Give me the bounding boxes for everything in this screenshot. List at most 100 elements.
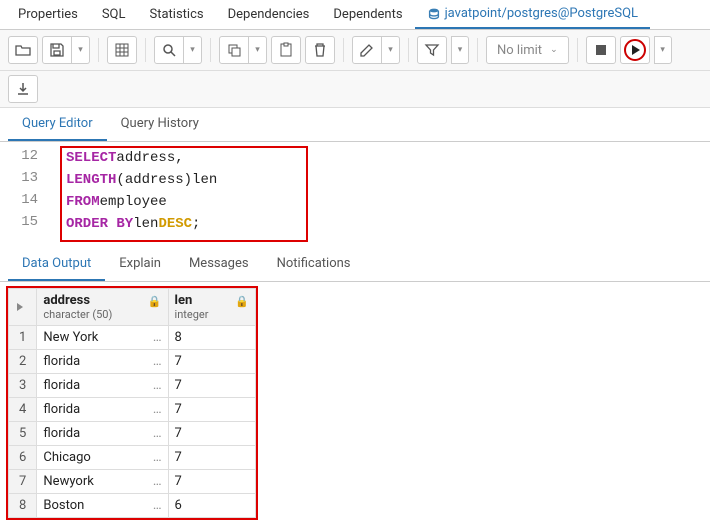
cell-len[interactable]: 7 bbox=[168, 350, 255, 374]
edit-dropdown[interactable]: ▾ bbox=[382, 36, 400, 64]
cell-len[interactable]: 7 bbox=[168, 422, 255, 446]
cell-len[interactable]: 6 bbox=[168, 494, 255, 518]
separator bbox=[408, 38, 409, 62]
table-row[interactable]: 2florida…7 bbox=[9, 350, 256, 374]
cell-len[interactable]: 8 bbox=[168, 326, 255, 350]
row-number[interactable]: 4 bbox=[9, 398, 37, 422]
folder-open-icon bbox=[15, 42, 31, 58]
cell-address[interactable]: Boston… bbox=[37, 494, 168, 518]
play-icon bbox=[15, 302, 30, 312]
row-number[interactable]: 3 bbox=[9, 374, 37, 398]
cell-len[interactable]: 7 bbox=[168, 446, 255, 470]
save-dropdown[interactable]: ▾ bbox=[72, 36, 90, 64]
open-file-button[interactable] bbox=[8, 36, 38, 64]
sql-text: address, bbox=[116, 150, 183, 166]
sql-keyword: DESC bbox=[158, 216, 192, 232]
cell-len[interactable]: 7 bbox=[168, 374, 255, 398]
lock-icon: 🔒 bbox=[148, 295, 162, 308]
sql-text: len bbox=[133, 216, 158, 232]
tab-query-history[interactable]: Query History bbox=[107, 108, 213, 141]
download-button[interactable] bbox=[8, 75, 38, 103]
table-row[interactable]: 6Chicago…7 bbox=[9, 446, 256, 470]
limit-select[interactable]: No limit⌄ bbox=[486, 36, 569, 64]
row-number[interactable]: 6 bbox=[9, 446, 37, 470]
tab-messages[interactable]: Messages bbox=[175, 248, 263, 281]
stop-button[interactable] bbox=[586, 36, 616, 64]
cell-address[interactable]: florida… bbox=[37, 374, 168, 398]
database-icon bbox=[427, 7, 441, 21]
paste-icon bbox=[278, 42, 294, 58]
tab-explain[interactable]: Explain bbox=[105, 248, 175, 281]
column-header-len[interactable]: len integer 🔒 bbox=[168, 289, 255, 326]
search-dropdown[interactable]: ▾ bbox=[184, 36, 202, 64]
code-highlight-box: SELECT address, LENGTH(address) len FROM… bbox=[60, 146, 308, 242]
tab-connection-label: javatpoint/postgres@PostgreSQL bbox=[445, 6, 638, 21]
cell-len[interactable]: 7 bbox=[168, 470, 255, 494]
filter-dropdown[interactable]: ▾ bbox=[451, 36, 469, 64]
cell-address[interactable]: New York… bbox=[37, 326, 168, 350]
tab-query-editor[interactable]: Query Editor bbox=[8, 108, 107, 141]
play-icon bbox=[624, 39, 646, 61]
cell-address[interactable]: florida… bbox=[37, 422, 168, 446]
table-row[interactable]: 3florida…7 bbox=[9, 374, 256, 398]
corner-cell[interactable] bbox=[9, 289, 37, 326]
result-grid[interactable]: address character (50) 🔒 len integer 🔒 1… bbox=[8, 288, 256, 518]
line-number: 14 bbox=[0, 192, 50, 208]
separator bbox=[477, 38, 478, 62]
table-row[interactable]: 7Newyork…7 bbox=[9, 470, 256, 494]
separator bbox=[577, 38, 578, 62]
copy-icon bbox=[226, 42, 242, 58]
column-name: address bbox=[43, 293, 161, 308]
row-number[interactable]: 5 bbox=[9, 422, 37, 446]
row-number[interactable]: 2 bbox=[9, 350, 37, 374]
table-row[interactable]: 4florida…7 bbox=[9, 398, 256, 422]
column-type: integer bbox=[175, 308, 249, 321]
column-type: character (50) bbox=[43, 308, 161, 321]
tab-data-output[interactable]: Data Output bbox=[8, 248, 105, 281]
output-tabs: Data Output Explain Messages Notificatio… bbox=[0, 248, 710, 282]
row-number[interactable]: 1 bbox=[9, 326, 37, 350]
execute-dropdown[interactable]: ▾ bbox=[654, 36, 672, 64]
cell-address[interactable]: florida… bbox=[37, 350, 168, 374]
cell-address[interactable]: Newyork… bbox=[37, 470, 168, 494]
tab-notifications[interactable]: Notifications bbox=[263, 248, 365, 281]
sql-keyword: ORDER BY bbox=[66, 216, 133, 232]
filter-icon bbox=[424, 42, 440, 58]
lock-icon: 🔒 bbox=[235, 295, 249, 308]
row-number[interactable]: 8 bbox=[9, 494, 37, 518]
tab-dependents[interactable]: Dependents bbox=[321, 1, 414, 28]
table-row[interactable]: 8Boston…6 bbox=[9, 494, 256, 518]
sql-text: ; bbox=[192, 216, 200, 232]
grid-icon bbox=[114, 42, 130, 58]
chevron-down-icon: ⌄ bbox=[550, 45, 558, 55]
table-row[interactable]: 5florida…7 bbox=[9, 422, 256, 446]
grid-button[interactable] bbox=[107, 36, 137, 64]
tab-dependencies[interactable]: Dependencies bbox=[216, 1, 322, 28]
copy-dropdown[interactable]: ▾ bbox=[249, 36, 267, 64]
execute-button[interactable] bbox=[620, 36, 650, 64]
save-icon bbox=[49, 42, 65, 58]
tab-properties[interactable]: Properties bbox=[6, 1, 90, 28]
cell-len[interactable]: 7 bbox=[168, 398, 255, 422]
line-number: 15 bbox=[0, 214, 50, 230]
search-button[interactable] bbox=[154, 36, 184, 64]
tab-statistics[interactable]: Statistics bbox=[138, 1, 216, 28]
filter-button[interactable] bbox=[417, 36, 447, 64]
trash-icon bbox=[312, 42, 328, 58]
row-number[interactable]: 7 bbox=[9, 470, 37, 494]
sql-editor[interactable]: 12 13 14 15 SELECT address, LENGTH(addre… bbox=[0, 142, 710, 246]
sql-keyword: SELECT bbox=[66, 150, 116, 166]
save-button[interactable] bbox=[42, 36, 72, 64]
cell-address[interactable]: florida… bbox=[37, 398, 168, 422]
separator bbox=[145, 38, 146, 62]
column-header-address[interactable]: address character (50) 🔒 bbox=[37, 289, 168, 326]
tab-sql[interactable]: SQL bbox=[90, 1, 138, 28]
cell-address[interactable]: Chicago… bbox=[37, 446, 168, 470]
delete-button[interactable] bbox=[305, 36, 335, 64]
paste-button[interactable] bbox=[271, 36, 301, 64]
toolbar-row2 bbox=[0, 71, 710, 108]
edit-button[interactable] bbox=[352, 36, 382, 64]
table-row[interactable]: 1New York…8 bbox=[9, 326, 256, 350]
tab-connection[interactable]: javatpoint/postgres@PostgreSQL bbox=[415, 0, 650, 29]
copy-button[interactable] bbox=[219, 36, 249, 64]
